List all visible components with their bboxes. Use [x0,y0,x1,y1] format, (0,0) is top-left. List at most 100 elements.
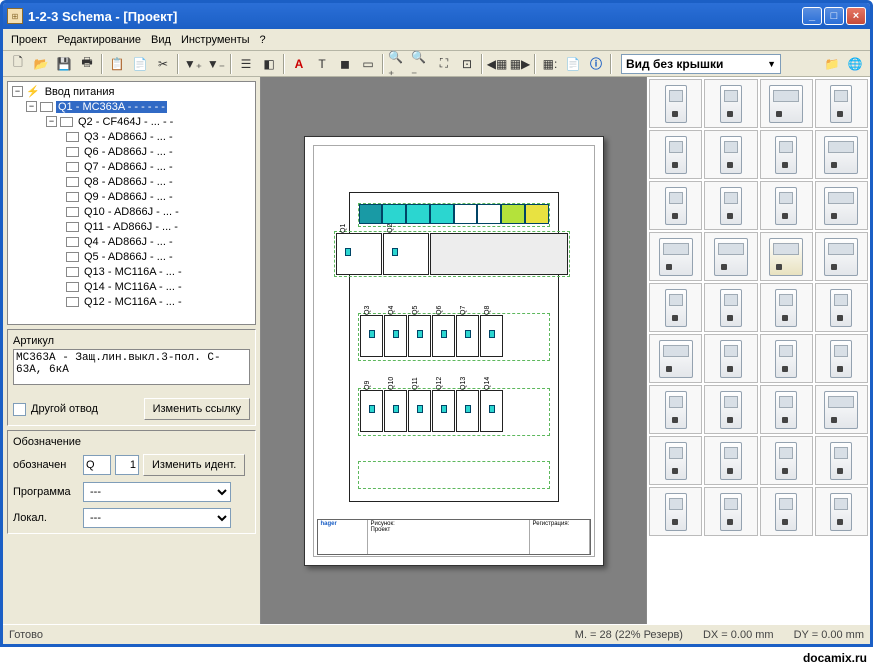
palette-item[interactable] [649,79,702,128]
maximize-button[interactable]: □ [824,7,844,25]
breaker[interactable]: Q3 [360,315,383,357]
tree-node[interactable]: Q6 - AD866J - ... - [10,144,253,159]
zoom-out-icon[interactable]: 🔍₋ [410,53,432,75]
palette-item[interactable] [649,487,702,536]
menu-project[interactable]: Проект [11,34,47,46]
tool1-icon[interactable]: ☰ [235,53,257,75]
text-tool-icon[interactable]: T [311,53,333,75]
article-input[interactable] [13,349,250,385]
table-icon[interactable]: ▦: [539,53,561,75]
collapse-icon[interactable]: − [26,101,37,112]
component-palette[interactable] [646,77,870,624]
prev-doc-icon[interactable]: ◀▦ [486,53,508,75]
new-icon[interactable]: 🗋 [7,53,29,75]
filter-remove-icon[interactable]: ▼₋ [205,53,227,75]
folder-nav-icon[interactable]: 📁 [821,53,843,75]
next-doc-icon[interactable]: ▦▶ [509,53,531,75]
tree-node[interactable]: Q5 - AD866J - ... - [10,249,253,264]
palette-item[interactable] [815,385,868,434]
local-select[interactable]: --- [83,508,231,528]
palette-item[interactable] [815,436,868,485]
palette-item[interactable] [704,334,757,383]
spare-rail[interactable] [358,461,550,489]
tree-node-q2[interactable]: − Q2 - CF464J - ... - - [10,114,253,129]
other-tap-checkbox[interactable]: Другой отвод [13,403,98,416]
tree-node[interactable]: Q13 - MC116A - ... - [10,264,253,279]
palette-item[interactable] [649,334,702,383]
palette-item[interactable] [760,487,813,536]
tree-node-q1[interactable]: − Q1 - MC363A - - - - - - [10,99,253,114]
palette-item[interactable] [760,334,813,383]
save-icon[interactable]: 💾 [53,53,75,75]
palette-item[interactable] [704,385,757,434]
breaker[interactable]: Q5 [408,315,431,357]
palette-item[interactable] [760,79,813,128]
copy-icon[interactable]: 📋 [106,53,128,75]
palette-item[interactable] [760,130,813,179]
terminal-strip[interactable] [359,204,549,224]
tool2-icon[interactable]: ◧ [258,53,280,75]
collapse-icon[interactable]: − [46,116,57,127]
palette-item[interactable] [704,181,757,230]
palette-item[interactable] [815,130,868,179]
tree-root[interactable]: − ⚡ Ввод питания [10,84,253,99]
menu-edit[interactable]: Редактирование [57,34,141,46]
tree-node[interactable]: Q8 - AD866J - ... - [10,174,253,189]
palette-item[interactable] [760,385,813,434]
tree-node[interactable]: Q4 - AD866J - ... - [10,234,253,249]
text-color-icon[interactable]: A [288,53,310,75]
menu-help[interactable]: ? [260,34,266,46]
palette-item[interactable] [649,130,702,179]
palette-item[interactable] [815,181,868,230]
palette-item[interactable] [815,487,868,536]
palette-item[interactable] [649,283,702,332]
breaker[interactable]: Q11 [408,390,431,432]
breaker-q1[interactable]: Q1 [336,233,382,275]
palette-item[interactable] [760,283,813,332]
breaker-q2[interactable]: Q2 [383,233,429,275]
collapse-icon[interactable]: − [12,86,23,97]
tree-node[interactable]: Q12 - MC116A - ... - [10,294,253,309]
palette-item[interactable] [815,232,868,281]
drawing-canvas[interactable]: Q1 Q2 Q3 Q4 Q5 Q6 Q7 Q8 [261,77,646,624]
menu-tools[interactable]: Инструменты [181,34,250,46]
zoom-in-icon[interactable]: 🔍₊ [387,53,409,75]
breaker[interactable]: Q4 [384,315,407,357]
palette-item[interactable] [704,487,757,536]
change-link-button[interactable]: Изменить ссылку [144,398,250,420]
globe-icon[interactable]: 🌐 [844,53,866,75]
tree-node[interactable]: Q14 - MC116A - ... - [10,279,253,294]
breaker[interactable]: Q13 [456,390,479,432]
project-tree[interactable]: − ⚡ Ввод питания − Q1 - MC363A - - - - -… [7,81,256,325]
open-icon[interactable]: 📂 [30,53,52,75]
palette-item[interactable] [815,334,868,383]
breaker[interactable]: Q8 [480,315,503,357]
tree-node[interactable]: Q11 - AD866J - ... - [10,219,253,234]
palette-item[interactable] [704,283,757,332]
breaker[interactable]: Q7 [456,315,479,357]
rect-fill-icon[interactable]: ◼ [334,53,356,75]
breaker[interactable]: Q12 [432,390,455,432]
palette-item[interactable] [704,232,757,281]
filter-add-icon[interactable]: ▼₊ [182,53,204,75]
palette-item[interactable] [704,436,757,485]
designation-prefix-input[interactable] [83,455,111,475]
palette-item[interactable] [760,436,813,485]
breaker[interactable]: Q6 [432,315,455,357]
zoom-fit-icon[interactable]: ⊡ [456,53,478,75]
paste-icon[interactable]: 📄 [129,53,151,75]
palette-item[interactable] [649,232,702,281]
designation-number-input[interactable] [115,455,139,475]
zoom-area-icon[interactable]: ⛶ [433,53,455,75]
breaker[interactable]: Q14 [480,390,503,432]
change-ident-button[interactable]: Изменить идент. [143,454,245,476]
palette-item[interactable] [704,130,757,179]
palette-item[interactable] [760,181,813,230]
tree-node[interactable]: Q10 - AD866J - ... - [10,204,253,219]
titlebar[interactable]: ⊞ 1-2-3 Schema - [Проект] _ □ × [3,3,870,29]
close-button[interactable]: × [846,7,866,25]
minimize-button[interactable]: _ [802,7,822,25]
doc-icon[interactable]: 📄 [562,53,584,75]
palette-item[interactable] [649,181,702,230]
palette-item[interactable] [815,283,868,332]
